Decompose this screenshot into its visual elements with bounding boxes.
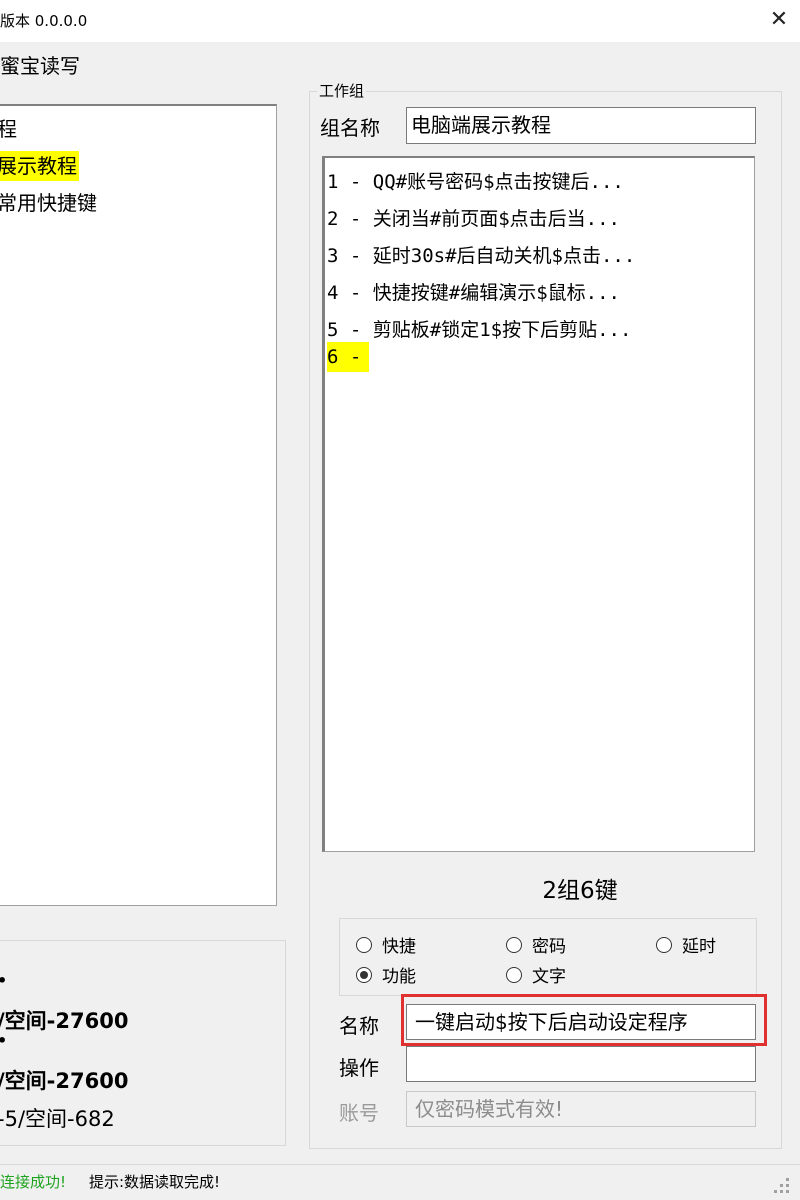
radio-label: 延时 <box>682 937 716 957</box>
radio-circle-icon <box>506 966 522 983</box>
radio-function[interactable]: 功能 <box>356 962 416 987</box>
workgroup-label: 工作组 <box>317 80 367 101</box>
title-bar <box>0 0 800 42</box>
account-label: 账号 <box>339 1101 379 1125</box>
key-list-item[interactable]: 2 - 关闭当#前页面$点击后当... <box>327 204 620 234</box>
window-title: 版本 0.0.0.0 <box>0 12 88 30</box>
storage-info-line: /空间-27600 <box>0 1069 129 1093</box>
radio-password[interactable]: 密码 <box>506 932 566 957</box>
operation-label: 操作 <box>339 1056 379 1080</box>
name-label: 名称 <box>339 1014 379 1038</box>
key-list-item[interactable]: 4 - 快捷按键#编辑演示$鼠标... <box>327 278 620 308</box>
info-bullet: • <box>0 1031 7 1050</box>
group-name-label: 组名称 <box>320 116 380 140</box>
operation-input[interactable] <box>406 1046 756 1082</box>
group-list-item-selected[interactable]: 展示教程 <box>0 151 79 181</box>
radio-text[interactable]: 文字 <box>506 962 566 987</box>
group-list-item[interactable]: 常用快捷键 <box>0 188 99 218</box>
info-bullet: • <box>0 971 7 990</box>
radio-circle-icon <box>506 936 522 953</box>
storage-info-line: /空间-27600 <box>0 1009 129 1033</box>
callout-highlight-box <box>401 994 767 1046</box>
group-list[interactable]: 程 展示教程 常用快捷键 <box>0 104 277 906</box>
key-list-item[interactable]: 3 - 延时30s#后自动关机$点击... <box>327 241 635 271</box>
account-input[interactable]: 仅密码模式有效! <box>406 1091 756 1127</box>
radio-circle-icon <box>356 936 372 953</box>
key-count-summary: 2组6键 <box>542 878 618 904</box>
radio-circle-icon <box>656 936 672 953</box>
connection-status: 连接成功! <box>0 1173 67 1191</box>
storage-info-line: -5/空间-682 <box>0 1107 115 1131</box>
radio-label: 快捷 <box>382 937 416 957</box>
close-button[interactable]: ✕ <box>764 6 794 36</box>
status-message: 提示:数据读取完成! <box>89 1173 221 1191</box>
radio-shortcut[interactable]: 快捷 <box>356 932 416 957</box>
radio-label: 文字 <box>532 967 566 987</box>
group-list-item[interactable]: 程 <box>0 114 19 144</box>
radio-label: 功能 <box>382 967 416 987</box>
key-list[interactable]: 1 - QQ#账号密码$点击按键后... 2 - 关闭当#前页面$点击后当...… <box>322 156 755 852</box>
radio-checked-icon <box>356 966 372 983</box>
group-name-input[interactable]: 电脑端展示教程 <box>406 107 756 144</box>
resize-grip-icon[interactable] <box>764 1168 794 1198</box>
menu-item-read-write[interactable]: 蜜宝读写 <box>0 50 80 79</box>
key-list-item[interactable]: 5 - 剪贴板#锁定1$按下后剪贴... <box>327 315 631 345</box>
radio-label: 密码 <box>532 937 566 957</box>
key-list-item-selected[interactable]: 6 - <box>327 342 370 372</box>
menu-bar <box>0 42 800 82</box>
radio-delay[interactable]: 延时 <box>656 932 716 957</box>
storage-info-panel: • /空间-27600 • /空间-27600 -5/空间-682 <box>0 940 286 1146</box>
key-list-item[interactable]: 1 - QQ#账号密码$点击按键后... <box>327 167 624 197</box>
